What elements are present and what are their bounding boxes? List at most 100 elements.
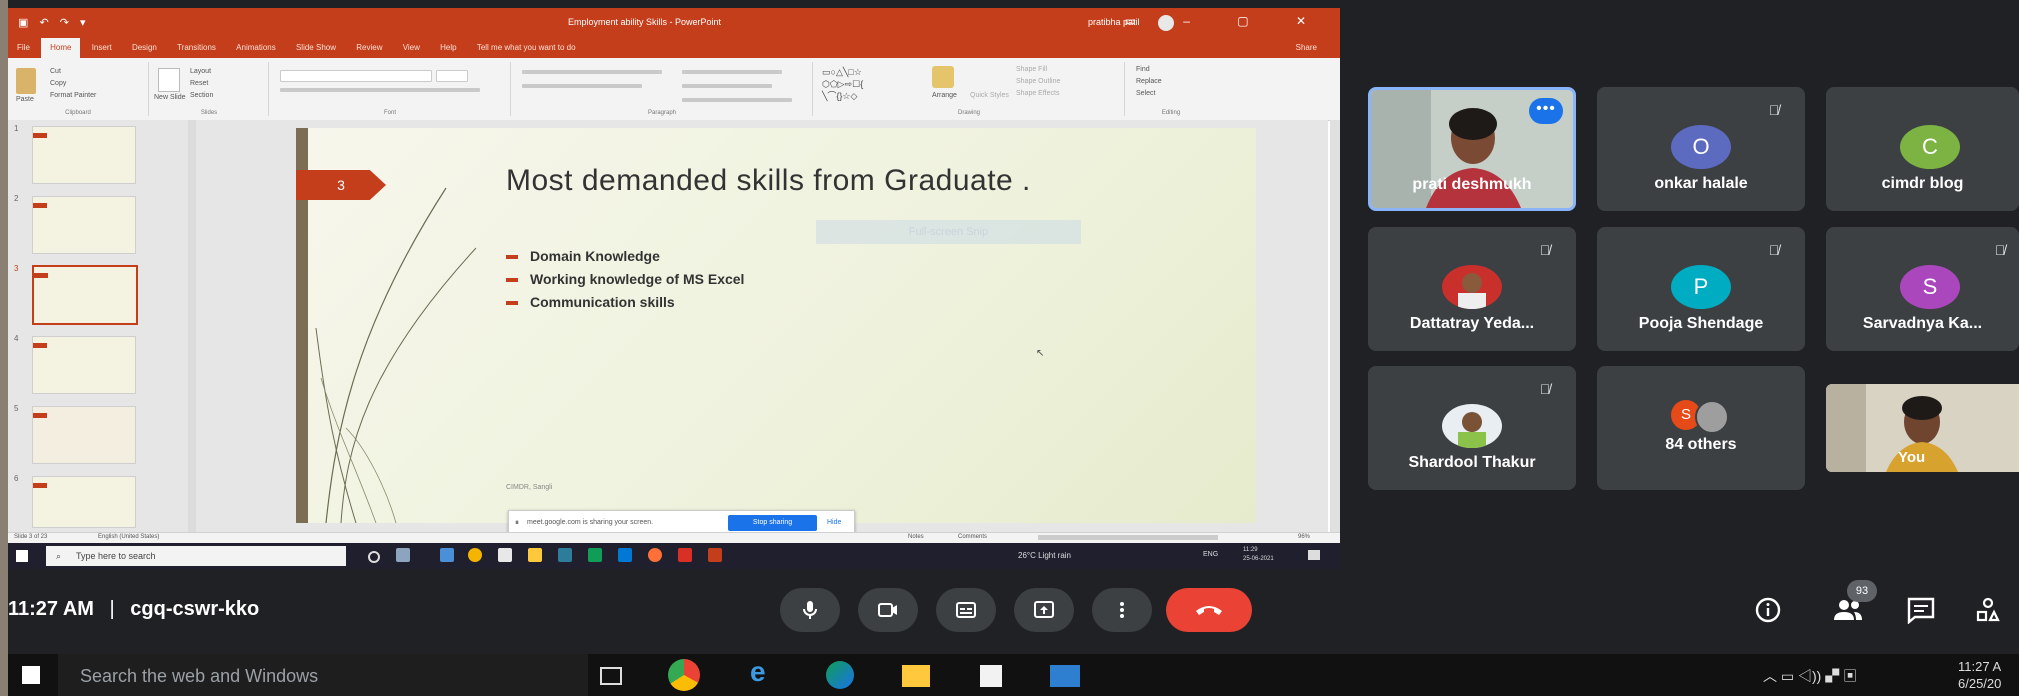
- file-explorer-icon[interactable]: [528, 548, 542, 562]
- store-icon[interactable]: [980, 665, 1002, 687]
- cut-button[interactable]: Cut: [50, 68, 61, 75]
- windows-search-box[interactable]: Search the web and Windows: [58, 654, 588, 696]
- shape-fill-button[interactable]: Shape Fill: [1016, 66, 1047, 73]
- chrome-icon[interactable]: [468, 548, 482, 562]
- tab-insert[interactable]: Insert: [83, 38, 121, 52]
- file-explorer-icon[interactable]: [902, 665, 930, 687]
- participant-tile[interactable]: 🎙̸ P Pooja Shendage: [1597, 227, 1805, 351]
- convert-smartart-button[interactable]: [682, 98, 792, 102]
- slide-thumbnail[interactable]: [32, 406, 136, 464]
- thumbnails-scrollbar[interactable]: [188, 120, 196, 532]
- participant-tile[interactable]: 🎙̸ S Sarvadnya Ka...: [1826, 227, 2019, 351]
- self-view-tile[interactable]: You: [1826, 384, 2019, 472]
- outlook-icon[interactable]: [618, 548, 632, 562]
- more-options-button[interactable]: [1092, 588, 1152, 632]
- system-clock[interactable]: 11:27 A 6/25/20: [1958, 658, 2001, 692]
- chat-button[interactable]: [1906, 596, 1936, 624]
- powerpoint-icon[interactable]: [708, 548, 722, 562]
- layout-button[interactable]: Layout: [190, 68, 211, 75]
- shape-outline-button[interactable]: Shape Outline: [1016, 78, 1060, 85]
- tell-me-box[interactable]: Tell me what you want to do: [468, 38, 585, 52]
- edge-icon[interactable]: [588, 548, 602, 562]
- font-formatting-buttons[interactable]: [280, 88, 480, 92]
- new-slide-icon[interactable]: [158, 68, 180, 92]
- tab-help[interactable]: Help: [431, 38, 465, 52]
- participant-tile[interactable]: 🎙̸ Shardool Thakur: [1368, 366, 1576, 490]
- list-buttons[interactable]: [522, 70, 662, 74]
- current-slide[interactable]: 3 Most demanded skills from Graduate . F…: [296, 128, 1256, 523]
- leave-call-button[interactable]: [1166, 588, 1252, 632]
- font-size-box[interactable]: [436, 70, 468, 82]
- paste-icon[interactable]: [16, 68, 36, 94]
- weather-widget[interactable]: 26°C Light rain: [1018, 551, 1071, 560]
- alignment-buttons[interactable]: [522, 84, 642, 88]
- font-name-box[interactable]: [280, 70, 432, 82]
- taskbar-search[interactable]: ⌕ Type here to search: [46, 546, 346, 566]
- task-view-icon[interactable]: [600, 667, 622, 685]
- tab-file[interactable]: File: [8, 38, 39, 52]
- slide-thumbnail[interactable]: [32, 126, 136, 184]
- internet-explorer-icon[interactable]: e: [750, 656, 774, 687]
- format-painter-button[interactable]: Format Painter: [50, 92, 96, 99]
- participant-tile[interactable]: C cimdr blog: [1826, 87, 2019, 211]
- notifications-icon[interactable]: [1308, 550, 1320, 560]
- edge-icon[interactable]: [826, 661, 854, 689]
- shapes-gallery[interactable]: ▭○△╲□☆ ⬡⬠▷⇨☐{╲⌒{}☆◇: [822, 66, 918, 104]
- reset-button[interactable]: Reset: [190, 80, 208, 87]
- tab-review[interactable]: Review: [347, 38, 391, 52]
- participant-tile[interactable]: 🎙̸ O onkar halale: [1597, 87, 1805, 211]
- store-icon[interactable]: [498, 548, 512, 562]
- tab-slide-show[interactable]: Slide Show: [287, 38, 345, 52]
- present-button[interactable]: [1014, 588, 1074, 632]
- shape-effects-button[interactable]: Shape Effects: [1016, 90, 1059, 97]
- tab-home[interactable]: Home: [41, 38, 81, 58]
- language-indicator[interactable]: ENG: [1203, 551, 1218, 558]
- view-and-zoom-controls[interactable]: [1038, 535, 1218, 540]
- task-view-icon[interactable]: [396, 548, 410, 562]
- comments-button[interactable]: Comments: [958, 534, 987, 540]
- mic-button[interactable]: [780, 588, 840, 632]
- section-button[interactable]: Section: [190, 92, 213, 99]
- chrome-icon[interactable]: [668, 659, 700, 691]
- quick-styles-button[interactable]: Quick Styles: [970, 92, 1009, 99]
- cortana-icon[interactable]: [368, 551, 380, 563]
- slide-scrollbar[interactable]: [1330, 120, 1340, 532]
- windows-start-icon[interactable]: [16, 550, 28, 562]
- activities-button[interactable]: [1973, 596, 2003, 624]
- tab-transitions[interactable]: Transitions: [168, 38, 225, 52]
- others-tile[interactable]: S 84 others: [1597, 366, 1805, 490]
- captions-button[interactable]: [936, 588, 996, 632]
- hide-link[interactable]: Hide: [827, 519, 841, 526]
- system-tray[interactable]: ︿ ▭ ◁)) ▞ ▣: [1763, 666, 1857, 686]
- more-options-button[interactable]: •••: [1529, 98, 1563, 124]
- notes-button[interactable]: Notes: [908, 534, 924, 540]
- app-icon[interactable]: [1050, 665, 1080, 687]
- slide-thumbnail[interactable]: [32, 476, 136, 528]
- app-icon[interactable]: [440, 548, 454, 562]
- quick-access-toolbar[interactable]: ▣ ↶ ↷ ▾: [18, 16, 90, 29]
- language-indicator[interactable]: English (United States): [98, 534, 159, 540]
- meeting-details-button[interactable]: [1754, 596, 1782, 624]
- tab-animations[interactable]: Animations: [227, 38, 285, 52]
- share-button[interactable]: Share: [1287, 38, 1326, 52]
- replace-button[interactable]: Replace: [1136, 78, 1162, 85]
- participant-tile[interactable]: 🎙̸ Dattatray Yeda...: [1368, 227, 1576, 351]
- slide-thumbnail[interactable]: [32, 336, 136, 394]
- app-icon[interactable]: [678, 548, 692, 562]
- camera-button[interactable]: [858, 588, 918, 632]
- arrange-icon[interactable]: [932, 66, 954, 88]
- align-text-button[interactable]: [682, 84, 772, 88]
- word-icon[interactable]: [558, 548, 572, 562]
- firefox-icon[interactable]: [648, 548, 662, 562]
- zoom-level[interactable]: 96%: [1298, 534, 1310, 540]
- slide-thumbnail[interactable]: [32, 196, 136, 254]
- tab-design[interactable]: Design: [123, 38, 166, 52]
- find-button[interactable]: Find: [1136, 66, 1150, 73]
- select-button[interactable]: Select: [1136, 90, 1155, 97]
- copy-button[interactable]: Copy: [50, 80, 66, 87]
- arrange-button[interactable]: Arrange: [932, 92, 957, 99]
- stop-sharing-button[interactable]: Stop sharing: [728, 515, 817, 531]
- window-controls[interactable]: ▭ – ▢ ✕: [1125, 14, 1328, 28]
- tab-view[interactable]: View: [394, 38, 429, 52]
- participant-tile[interactable]: ••• prati deshmukh: [1368, 87, 1576, 211]
